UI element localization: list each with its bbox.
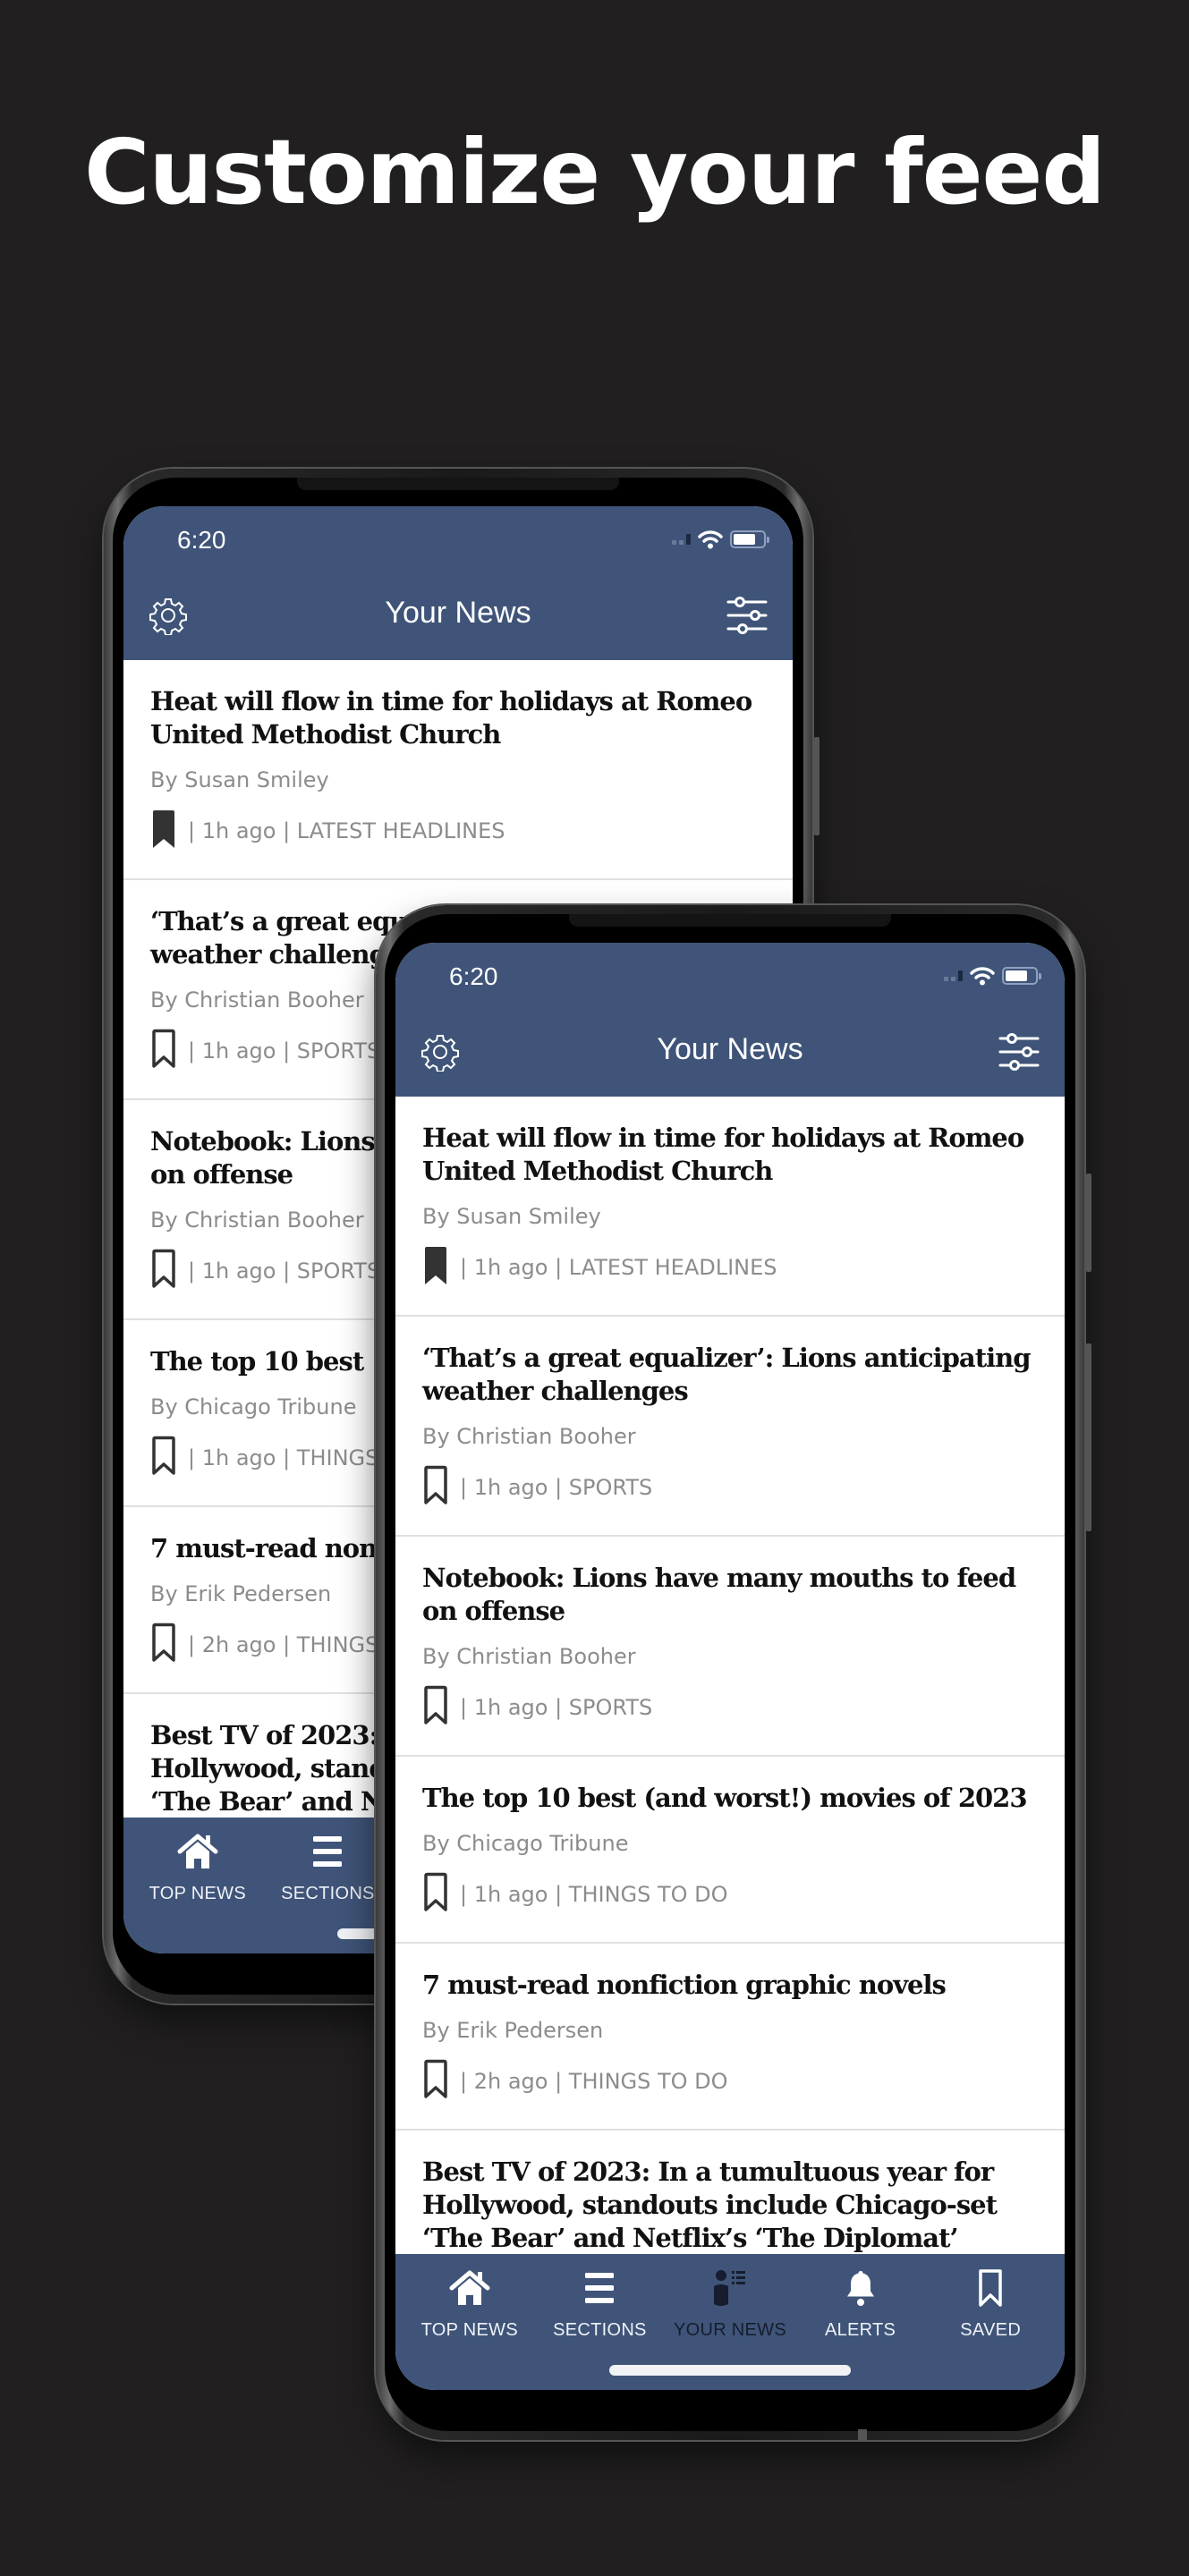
home-icon (176, 1832, 219, 1871)
article-byline: By Erik Pedersen (422, 2018, 604, 2043)
nav-item-your-news[interactable]: YOUR NEWS (665, 2268, 795, 2341)
signal-icon (672, 534, 691, 545)
wifi-icon (698, 530, 723, 549)
article-headline[interactable]: The top 10 best (and worst!) movies of 2… (422, 1782, 1038, 1815)
app-header: 6:20 Your News (123, 506, 793, 660)
person-list-icon (709, 2268, 752, 2308)
article-meta: | 1h ago | LATEST HEADLINES (422, 1245, 1038, 1290)
power-button (1086, 1343, 1091, 1531)
bookmark-filled-icon[interactable] (422, 1245, 460, 1290)
article-item[interactable]: Best TV of 2023: In a tumultuous year fo… (395, 2131, 1065, 2254)
app-header: 6:20 Your News (395, 943, 1065, 1097)
page-title: Your News (385, 596, 531, 630)
article-meta-text: | 1h ago | LATEST HEADLINES (188, 818, 505, 843)
signal-icon (944, 970, 963, 981)
article-item[interactable]: The top 10 best (and worst!) movies of 2… (395, 1757, 1065, 1944)
bookmark-icon[interactable] (150, 1436, 188, 1480)
article-headline[interactable]: ‘That’s a great equalizer’: Lions antici… (422, 1342, 1038, 1408)
home-indicator[interactable] (609, 2365, 851, 2376)
status-time: 6:20 (449, 962, 498, 990)
article-byline: By Susan Smiley (150, 767, 329, 792)
status-time: 6:20 (177, 526, 226, 554)
article-item[interactable]: ‘That’s a great equalizer’: Lions antici… (395, 1317, 1065, 1537)
bookmark-icon[interactable] (422, 1465, 460, 1510)
article-byline: By Susan Smiley (422, 1204, 601, 1229)
status-icons (672, 530, 769, 549)
battery-icon (1002, 967, 1041, 985)
nav-label: YOUR NEWS (673, 2320, 786, 2340)
filter-sliders-icon[interactable] (726, 596, 768, 635)
article-headline[interactable]: Heat will flow in time for holidays at R… (150, 685, 766, 751)
nav-item-sections[interactable]: SECTIONS (263, 1832, 394, 1904)
bell-icon (839, 2268, 882, 2308)
nav-label: TOP NEWS (149, 1884, 246, 1903)
nav-label: ALERTS (824, 2320, 896, 2340)
article-meta-text: | 1h ago | THINGS TO DO (460, 1882, 728, 1907)
article-meta-text: | 1h ago | LATEST HEADLINES (460, 1255, 777, 1280)
filter-sliders-icon[interactable] (998, 1032, 1040, 1072)
article-byline: By Christian Booher (422, 1424, 636, 1449)
nav-item-top-news[interactable]: TOP NEWS (132, 1832, 263, 1904)
news-feed[interactable]: Heat will flow in time for holidays at R… (395, 1097, 1065, 2254)
battery-icon (730, 530, 769, 548)
page-title: Your News (657, 1032, 803, 1066)
nav-label: SAVED (960, 2320, 1022, 2340)
nav-item-saved[interactable]: SAVED (925, 2268, 1056, 2341)
volume-button (814, 737, 820, 835)
article-item[interactable]: 7 must-read nonfiction graphic novels By … (395, 1944, 1065, 2131)
status-icons (944, 966, 1041, 986)
bookmark-icon[interactable] (150, 1623, 188, 1667)
article-item[interactable]: Heat will flow in time for holidays at R… (395, 1097, 1065, 1317)
phone-front: 6:20 Your News Heat will flow in time fo… (376, 905, 1091, 2440)
nav-label: SECTIONS (281, 1884, 375, 1903)
phone-speaker (569, 914, 891, 927)
nav-item-sections[interactable]: SECTIONS (535, 2268, 666, 2341)
app-screen: 6:20 Your News Heat will flow in time fo… (395, 943, 1065, 2390)
article-meta: | 2h ago | THINGS TO DO (422, 2059, 1038, 2104)
bookmark-icon[interactable] (150, 1029, 188, 1073)
bookmark-filled-icon[interactable] (150, 809, 188, 853)
volume-button (1086, 1174, 1091, 1272)
article-meta-text: | 1h ago | SPORTS (188, 1038, 381, 1063)
phone-speaker (297, 478, 619, 490)
article-meta: | 1h ago | SPORTS (422, 1465, 1038, 1510)
article-byline: By Christian Booher (422, 1644, 636, 1669)
nav-label: TOP NEWS (420, 2320, 518, 2340)
bookmark-icon[interactable] (422, 1872, 460, 1917)
menu-icon (306, 1832, 349, 1871)
bookmark-icon[interactable] (422, 1685, 460, 1730)
article-meta-text: | 1h ago | SPORTS (460, 1695, 653, 1720)
article-headline[interactable]: Heat will flow in time for holidays at R… (422, 1122, 1038, 1188)
menu-icon (578, 2268, 621, 2308)
article-headline[interactable]: 7 must-read nonfiction graphic novels (422, 1969, 1038, 2002)
bookmark-icon (969, 2268, 1012, 2308)
article-meta-text: | 2h ago | THINGS TO DO (460, 2069, 728, 2094)
article-item[interactable]: Notebook: Lions have many mouths to feed… (395, 1537, 1065, 1757)
nav-label: SECTIONS (553, 2320, 647, 2340)
nav-items: TOP NEWS SECTIONS YOUR NEWS ALERTS SAVED (395, 2254, 1065, 2341)
article-item[interactable]: Heat will flow in time for holidays at R… (123, 660, 793, 880)
article-meta: | 1h ago | LATEST HEADLINES (150, 809, 766, 853)
bookmark-icon[interactable] (150, 1249, 188, 1293)
wifi-icon (970, 967, 995, 986)
article-headline[interactable]: Best TV of 2023: In a tumultuous year fo… (422, 2156, 1038, 2254)
article-byline: By Chicago Tribune (422, 1831, 629, 1856)
bottom-nav: TOP NEWS SECTIONS YOUR NEWS ALERTS SAVED (395, 2254, 1065, 2390)
article-headline[interactable]: Notebook: Lions have many mouths to feed… (422, 1562, 1038, 1628)
article-meta: | 1h ago | SPORTS (422, 1685, 1038, 1730)
phone-port (857, 2429, 867, 2440)
article-meta: | 1h ago | THINGS TO DO (422, 1872, 1038, 1917)
article-meta-text: | 1h ago | SPORTS (188, 1258, 381, 1284)
nav-item-alerts[interactable]: ALERTS (795, 2268, 926, 2341)
nav-item-top-news[interactable]: TOP NEWS (404, 2268, 535, 2341)
article-meta-text: | 1h ago | SPORTS (460, 1475, 653, 1500)
home-icon (448, 2268, 491, 2308)
bookmark-icon[interactable] (422, 2059, 460, 2104)
promo-title: Customize your feed (84, 120, 1106, 225)
